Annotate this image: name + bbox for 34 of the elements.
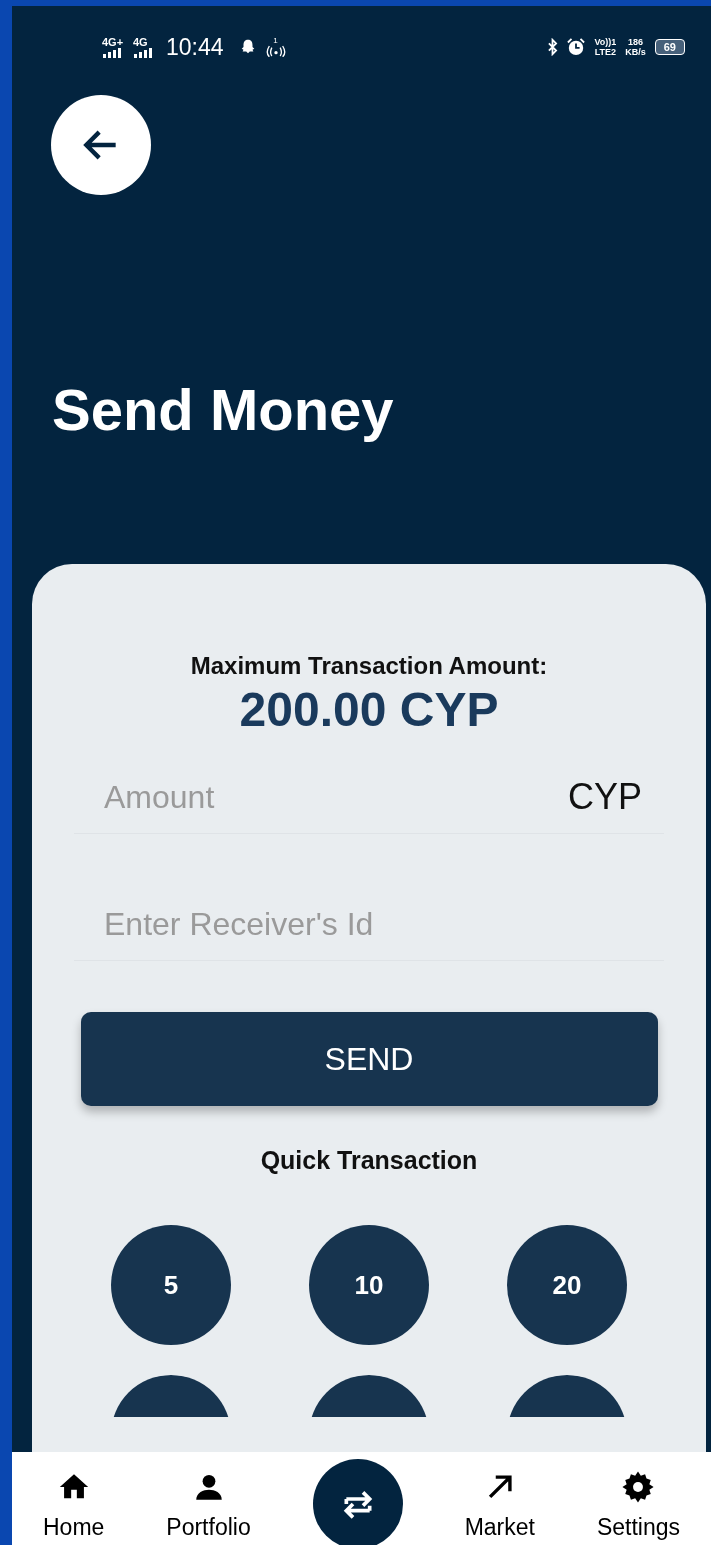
network-label: 4G+	[102, 36, 124, 48]
limit-label: Maximum Transaction Amount:	[190, 652, 548, 680]
speed-value: 186	[627, 37, 643, 47]
nav-label: Portfolio	[166, 1514, 251, 1541]
nav-label: Home	[43, 1514, 105, 1541]
signal-icon	[102, 47, 124, 58]
amount-button[interactable]: 10	[309, 1225, 429, 1345]
page-title: Send Money	[52, 376, 395, 444]
input-field[interactable]: Enter Receiver's Id	[74, 905, 664, 943]
nav-label: Settings	[596, 1514, 680, 1541]
nav-label: Market	[464, 1514, 535, 1541]
network-label: 4G	[133, 36, 148, 48]
nav-item[interactable]: Market	[464, 1470, 535, 1541]
nav-item[interactable]: Portfolio	[166, 1470, 251, 1541]
input-field[interactable]: Amount	[74, 778, 568, 816]
limit-value: 200.00 CYP	[239, 682, 499, 737]
send-button[interactable]: SEND	[80, 1012, 658, 1106]
lte-label: LTE2	[594, 47, 616, 57]
section-title: Quick Transaction	[260, 1146, 478, 1175]
hotspot-label: 1	[273, 37, 278, 45]
alarm-icon	[567, 38, 586, 56]
currency-label: CYP	[567, 776, 642, 818]
hotspot-icon	[265, 45, 286, 57]
nav-item[interactable]: Home	[43, 1470, 105, 1541]
amount-button[interactable]: 5	[111, 1225, 231, 1345]
speed-unit: KB/s	[625, 47, 646, 57]
nav-item[interactable]: Settings	[596, 1470, 680, 1541]
volte-label: Vo))1	[594, 37, 617, 47]
amount-button[interactable]: 20	[507, 1225, 627, 1345]
battery-indicator: 69	[654, 39, 685, 55]
settings-icon	[621, 1470, 656, 1504]
bluetooth-icon	[547, 38, 559, 56]
signal-icon	[133, 47, 155, 58]
status-time: 10:44	[166, 33, 224, 61]
